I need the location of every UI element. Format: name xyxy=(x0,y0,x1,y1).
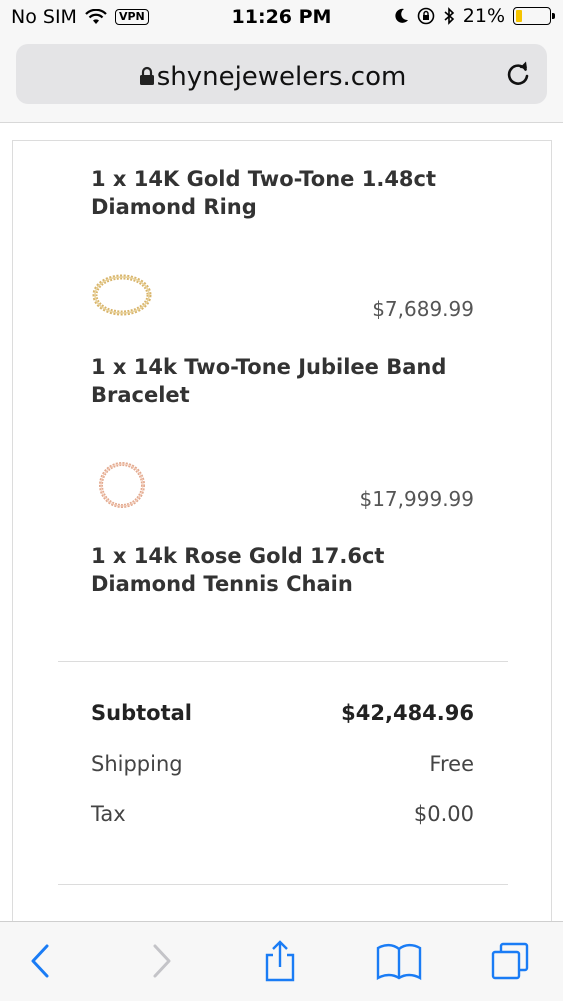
share-icon[interactable] xyxy=(260,940,300,982)
shipping-value: Free xyxy=(429,752,474,776)
gold-bracelet-image[interactable] xyxy=(91,271,153,319)
item-title: 1 x 14k Two-Tone Jubilee Band Bracelet xyxy=(91,355,447,407)
divider xyxy=(58,884,508,885)
battery-percent: 21% xyxy=(462,5,505,27)
status-bar: No SIM VPN 11:26 PM 21% xyxy=(0,0,563,36)
tax-value: $0.00 xyxy=(413,802,474,826)
address-bar[interactable]: shynejewelers.com xyxy=(16,44,547,104)
status-right: 21% xyxy=(395,5,555,27)
shipping-label: Shipping xyxy=(91,752,183,776)
order-summary-card: 1 x 14K Gold Two-Tone 1.48ct Diamond Rin… xyxy=(12,140,552,931)
forward-icon[interactable] xyxy=(140,940,180,982)
divider xyxy=(58,661,508,662)
tabs-icon[interactable] xyxy=(490,940,530,982)
battery-fill xyxy=(516,10,522,22)
item-title: 1 x 14K Gold Two-Tone 1.48ct Diamond Rin… xyxy=(91,167,437,219)
url-text[interactable]: shynejewelers.com xyxy=(16,62,547,92)
browser-toolbar xyxy=(0,921,563,1001)
battery-icon xyxy=(513,7,555,25)
bookmarks-icon[interactable] xyxy=(375,940,423,982)
back-icon[interactable] xyxy=(22,940,62,982)
reload-icon[interactable] xyxy=(503,60,533,90)
item-price: $17,999.99 xyxy=(359,487,474,511)
tax-label: Tax xyxy=(91,802,126,826)
item-price: $7,689.99 xyxy=(372,297,474,321)
browser-address-area: shynejewelers.com xyxy=(0,36,563,123)
moon-icon xyxy=(395,8,408,23)
orientation-lock-icon xyxy=(417,7,435,25)
subtotal-value: $42,484.96 xyxy=(341,701,474,725)
subtotal-label: Subtotal xyxy=(91,701,192,725)
item-title: 1 x 14k Rose Gold 17.6ct Diamond Tennis … xyxy=(91,544,385,596)
rose-gold-chain-image[interactable] xyxy=(91,461,153,509)
bluetooth-icon xyxy=(444,7,454,25)
